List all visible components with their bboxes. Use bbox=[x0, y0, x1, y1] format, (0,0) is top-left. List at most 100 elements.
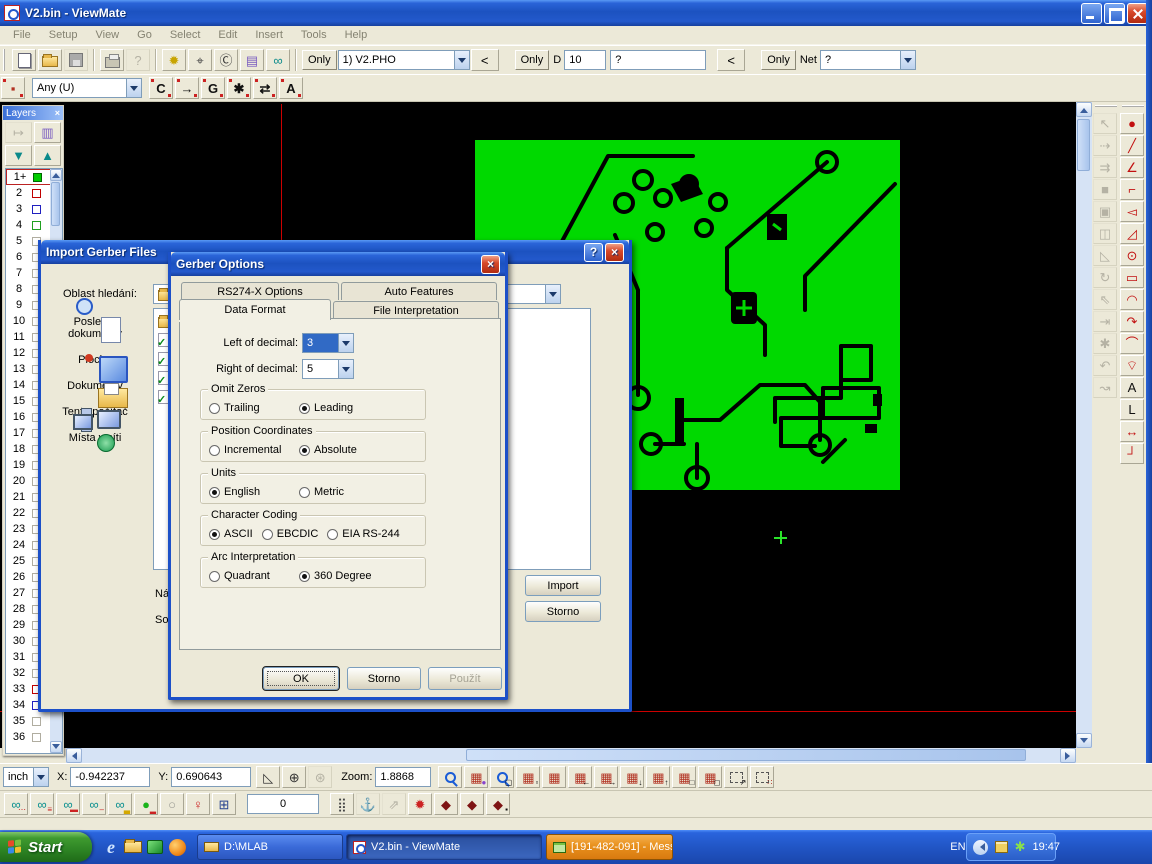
vertical-scrollbar[interactable] bbox=[1076, 102, 1092, 748]
open-arc-tool-button[interactable]: ◅ bbox=[1120, 201, 1144, 222]
dcode-input[interactable]: 10 bbox=[564, 50, 606, 70]
task-viewmate[interactable]: V2.bin - ViewMate bbox=[346, 834, 542, 860]
import-button[interactable]: Import bbox=[525, 575, 601, 596]
layer-color-swatch[interactable] bbox=[33, 173, 42, 182]
vertical-scroll-thumb[interactable] bbox=[1077, 119, 1090, 171]
place-my-computer[interactable]: Tento počítač bbox=[47, 406, 143, 418]
place-documents[interactable]: Dokumenty bbox=[47, 380, 143, 392]
radio-metric[interactable]: Metric bbox=[299, 486, 344, 498]
quicklaunch-internet-explorer[interactable]: e bbox=[100, 835, 122, 859]
radio-leading[interactable]: Leading bbox=[299, 402, 353, 414]
pad-item-button[interactable]: ◆ bbox=[434, 793, 458, 815]
angle-measure-button[interactable]: ◺ bbox=[256, 766, 280, 788]
scroll-left-icon[interactable] bbox=[66, 748, 82, 763]
circle-tool-button[interactable]: ⊙ bbox=[1120, 245, 1144, 266]
macro-item-button[interactable]: ◆▪ bbox=[486, 793, 510, 815]
elbow-tool-button[interactable]: ┘ bbox=[1120, 443, 1144, 464]
radio-quadrant[interactable]: Quadrant bbox=[209, 570, 299, 582]
view-all-layers-button[interactable]: ∞⋯ bbox=[4, 793, 28, 815]
select-pattern-button[interactable]: ∷ bbox=[750, 766, 774, 788]
menu-select[interactable]: Select bbox=[161, 27, 210, 43]
left-of-decimal-combobox[interactable]: 3 bbox=[302, 333, 354, 353]
menu-tools[interactable]: Tools bbox=[292, 27, 336, 43]
layer-scroll-up-icon[interactable] bbox=[50, 169, 62, 181]
aperture-filter-arrow-icon[interactable] bbox=[126, 78, 142, 98]
grid-square-move-button[interactable]: ▦◻ bbox=[698, 766, 722, 788]
radio-incremental[interactable]: Incremental bbox=[209, 444, 299, 456]
radio-360-degree[interactable]: 360 Degree bbox=[299, 570, 372, 582]
dcode-query-input[interactable]: ? bbox=[610, 50, 706, 70]
grid-dots-button[interactable]: ⣿ bbox=[330, 793, 354, 815]
quad-window-button[interactable]: ⊞ bbox=[212, 793, 236, 815]
scroll-right-icon[interactable] bbox=[1060, 748, 1076, 763]
menu-insert[interactable]: Insert bbox=[246, 27, 292, 43]
open-file-button[interactable] bbox=[38, 49, 62, 71]
ok-button[interactable]: OK bbox=[263, 667, 339, 690]
tray-notes-icon[interactable] bbox=[995, 841, 1008, 853]
menu-file[interactable]: File bbox=[4, 27, 40, 43]
toolbar-grip[interactable] bbox=[1122, 105, 1144, 110]
label-tool-button[interactable]: L bbox=[1120, 399, 1144, 420]
layer-combobox[interactable]: 1) V2.PHO bbox=[338, 50, 470, 70]
menu-view[interactable]: View bbox=[86, 27, 128, 43]
scroll-up-icon[interactable] bbox=[1076, 102, 1092, 117]
flash-item-button[interactable]: ✹ bbox=[408, 793, 432, 815]
zoom-in-button[interactable] bbox=[438, 766, 462, 788]
radio-absolute[interactable]: Absolute bbox=[299, 444, 357, 456]
zoom-field[interactable]: 1.8868 bbox=[375, 767, 431, 787]
import-cancel-button[interactable]: Storno bbox=[525, 601, 601, 622]
radio-english[interactable]: English bbox=[209, 486, 299, 498]
quicklaunch-help-book[interactable] bbox=[144, 835, 166, 859]
radio-eia-rs-244[interactable]: EIA RS-244 bbox=[327, 528, 399, 540]
menu-help[interactable]: Help bbox=[336, 27, 377, 43]
new-file-button[interactable] bbox=[12, 49, 36, 71]
net-combobox-arrow-icon[interactable] bbox=[900, 50, 916, 70]
aperture-star-button[interactable]: ✱ bbox=[227, 77, 251, 99]
toolbar-grip[interactable] bbox=[3, 49, 8, 71]
aperture-filter-button[interactable]: ▪ bbox=[1, 77, 25, 99]
layers-panel-header[interactable]: Layers × bbox=[3, 106, 63, 120]
gerber-options-title-bar[interactable]: Gerber Options × bbox=[171, 252, 505, 276]
lamp-button[interactable]: ○ bbox=[160, 793, 184, 815]
aperture-g-button[interactable]: G bbox=[201, 77, 225, 99]
inspect-button[interactable]: ∞ bbox=[266, 49, 290, 71]
layer-color-swatch[interactable] bbox=[32, 189, 41, 198]
dcode-list-button[interactable]: Ⓒ bbox=[214, 49, 238, 71]
gerber-options-close-button[interactable]: × bbox=[481, 255, 500, 274]
dialog-close-button[interactable]: × bbox=[605, 243, 624, 262]
view-board-button[interactable]: ∞▬ bbox=[56, 793, 80, 815]
tab-auto-features[interactable]: Auto Features bbox=[341, 282, 497, 300]
zoom-select-button[interactable]: ▢ bbox=[490, 766, 514, 788]
gerber-cancel-button[interactable]: Storno bbox=[347, 667, 421, 690]
layer-color-swatch[interactable] bbox=[32, 221, 41, 230]
task-messenger[interactable]: [191-482-091] - Mess... bbox=[546, 834, 673, 860]
view-single-button[interactable]: ∞– bbox=[82, 793, 106, 815]
rectangle-tool-button[interactable]: ▭ bbox=[1120, 267, 1144, 288]
right-of-decimal-arrow-icon[interactable] bbox=[338, 359, 354, 379]
minimize-button[interactable] bbox=[1081, 3, 1102, 24]
segment-arc-tool-button[interactable]: ⌔ bbox=[1120, 355, 1144, 376]
only-net-button[interactable]: Only bbox=[761, 50, 796, 70]
view-active-layer-button[interactable]: ∞≡ bbox=[30, 793, 54, 815]
print-button[interactable] bbox=[100, 49, 124, 71]
place-desktop[interactable]: Plocha bbox=[47, 354, 143, 366]
layers-close-icon[interactable]: × bbox=[55, 108, 60, 118]
trace-item-button[interactable]: ◆ bbox=[460, 793, 484, 815]
units-arrow-icon[interactable] bbox=[33, 767, 49, 787]
radio-ascii[interactable]: ASCII bbox=[209, 528, 253, 540]
toolbar-grip[interactable] bbox=[1095, 105, 1117, 110]
aperture-arrow-button[interactable]: → bbox=[175, 77, 199, 99]
units-combobox[interactable]: inch bbox=[3, 767, 49, 787]
drc-grid-button[interactable]: ▦▫ bbox=[516, 766, 540, 788]
arc-tool-button[interactable]: ◠ bbox=[1120, 289, 1144, 310]
flash-point-tool-button[interactable]: ● bbox=[1120, 113, 1144, 134]
tab-file-interpretation[interactable]: File Interpretation bbox=[333, 301, 499, 319]
radio-trailing[interactable]: Trailing bbox=[209, 402, 299, 414]
measure-button[interactable]: ⌖ bbox=[188, 49, 212, 71]
place-recent-documents[interactable]: Poslední dokumenty bbox=[47, 316, 143, 340]
menu-edit[interactable]: Edit bbox=[209, 27, 246, 43]
triangle-tool-button[interactable]: ◿ bbox=[1120, 223, 1144, 244]
film-colors-button[interactable]: ▤ bbox=[240, 49, 264, 71]
quicklaunch-explorer[interactable] bbox=[122, 835, 144, 859]
right-of-decimal-combobox[interactable]: 5 bbox=[302, 359, 354, 379]
